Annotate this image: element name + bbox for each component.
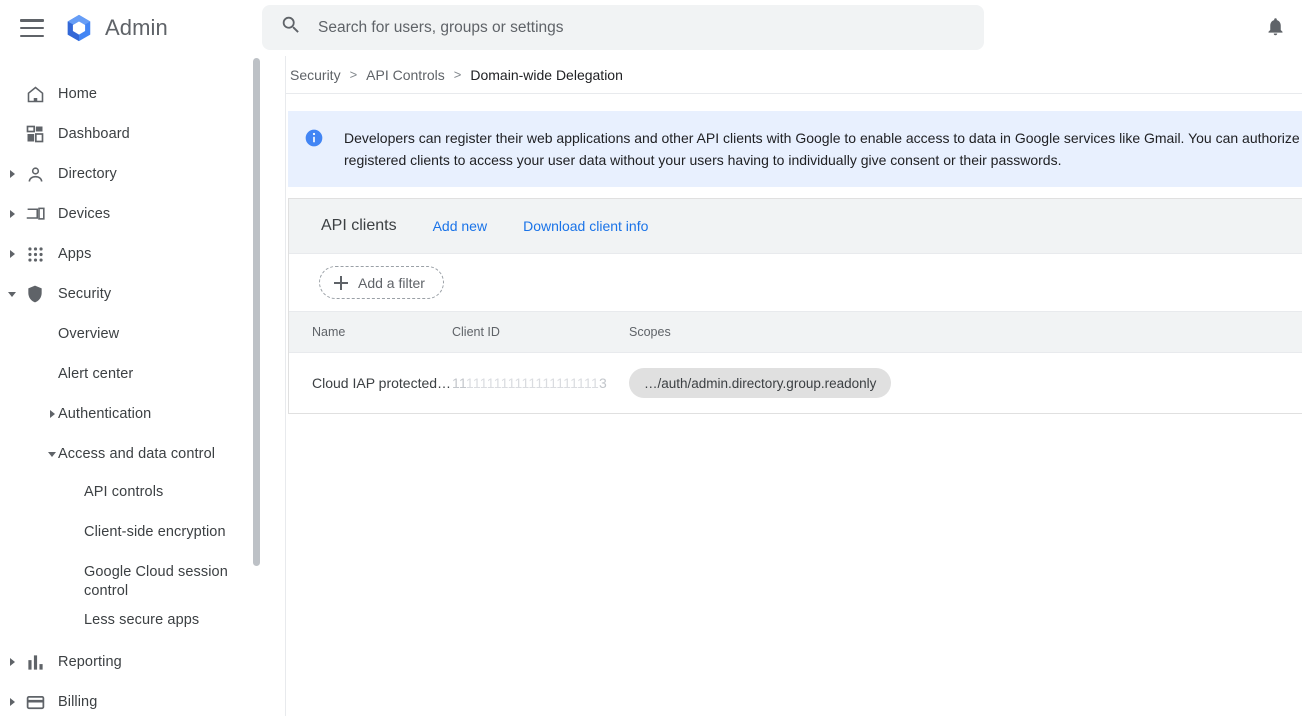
sidebar-item-label: Client-side encryption xyxy=(84,523,226,542)
dashboard-icon xyxy=(24,123,46,145)
add-a-filter-label: Add a filter xyxy=(358,275,425,291)
api-clients-card: API clients Add new Download client info… xyxy=(288,198,1302,414)
cell-scopes: …/auth/admin.directory.group.readonly xyxy=(629,368,1302,398)
home-icon xyxy=(24,83,46,105)
search-input[interactable] xyxy=(318,19,958,37)
add-a-filter-button[interactable]: Add a filter xyxy=(319,266,444,299)
sidebar-item-label: Billing xyxy=(58,694,97,710)
info-banner-text: Developers can register their web applic… xyxy=(344,127,1302,171)
hamburger-menu-icon[interactable] xyxy=(20,19,44,37)
google-admin-logo-icon xyxy=(64,13,94,43)
sidebar-item-apps[interactable]: Apps xyxy=(0,234,262,274)
sidebar-item-label: Alert center xyxy=(58,366,133,382)
sidebar-item-label: Less secure apps xyxy=(84,611,199,630)
brand-name: Admin xyxy=(105,15,168,41)
sidebar-item-home[interactable]: Home xyxy=(0,74,262,114)
table-row[interactable]: Cloud IAP protected Ap… 1111111111111111… xyxy=(289,353,1302,413)
sidebar-item-devices[interactable]: Devices xyxy=(0,194,262,234)
chevron-right-icon[interactable] xyxy=(4,694,20,710)
sidebar-item-label: Home xyxy=(58,86,97,102)
search-box[interactable] xyxy=(262,5,984,50)
sidebar-item-alert-center[interactable]: Alert center xyxy=(0,354,262,394)
main-content: Security > API Controls > Domain-wide De… xyxy=(286,56,1302,716)
notifications-button[interactable] xyxy=(1256,10,1294,48)
device-icon xyxy=(24,203,46,225)
card-header: API clients Add new Download client info xyxy=(289,199,1302,254)
sidebar-item-less-secure-apps[interactable]: Less secure apps xyxy=(0,602,262,642)
apps-grid-icon xyxy=(24,243,46,265)
sidebar: Home Dashboard Directory xyxy=(0,56,262,716)
sidebar-item-api-controls[interactable]: API controls xyxy=(0,474,262,514)
chevron-right-icon[interactable] xyxy=(44,406,60,422)
card-title: API clients xyxy=(321,217,397,235)
sidebar-item-label: Google Cloud session control xyxy=(84,563,234,601)
sidebar-item-label: Overview xyxy=(58,326,119,342)
chevron-right-icon[interactable] xyxy=(4,654,20,670)
sidebar-item-google-cloud-session-control[interactable]: Google Cloud session control xyxy=(0,554,262,602)
chevron-down-icon[interactable] xyxy=(4,286,20,302)
info-icon xyxy=(304,128,324,148)
sidebar-item-overview[interactable]: Overview xyxy=(0,314,262,354)
filter-row: Add a filter xyxy=(289,254,1302,311)
breadcrumb-item-current: Domain-wide Delegation xyxy=(470,67,623,83)
sidebar-item-label: Directory xyxy=(58,166,117,182)
add-new-link[interactable]: Add new xyxy=(433,218,487,234)
sidebar-item-label: Dashboard xyxy=(58,126,130,142)
breadcrumb-separator: > xyxy=(454,67,462,82)
plus-icon xyxy=(334,276,348,290)
breadcrumb: Security > API Controls > Domain-wide De… xyxy=(286,56,1302,94)
download-client-info-link[interactable]: Download client info xyxy=(523,218,648,234)
breadcrumb-item-api-controls[interactable]: API Controls xyxy=(366,67,445,83)
cell-client-id: 1111111111111111111113 xyxy=(452,375,629,391)
column-header-scopes: Scopes xyxy=(629,325,1302,339)
chevron-down-icon[interactable] xyxy=(44,446,60,462)
sidebar-item-billing[interactable]: Billing xyxy=(0,682,262,716)
person-icon xyxy=(24,163,46,185)
table-header-row: Name Client ID Scopes xyxy=(289,311,1302,353)
info-banner: Developers can register their web applic… xyxy=(288,111,1302,187)
reporting-icon xyxy=(24,651,46,673)
sidebar-item-label: API controls xyxy=(84,483,163,502)
sidebar-item-label: Devices xyxy=(58,206,110,222)
client-id-redacted: 1111111111111111111 xyxy=(466,375,599,391)
search-icon xyxy=(280,14,302,41)
sidebar-scrollbar[interactable] xyxy=(253,58,260,566)
cell-name: Cloud IAP protected Ap… xyxy=(289,375,452,391)
client-id-visible-prefix: 11 xyxy=(452,375,466,391)
client-id-visible-suffix: 3 xyxy=(599,375,607,391)
sidebar-item-dashboard[interactable]: Dashboard xyxy=(0,114,262,154)
chevron-right-icon[interactable] xyxy=(4,206,20,222)
sidebar-item-reporting[interactable]: Reporting xyxy=(0,642,262,682)
sidebar-item-security[interactable]: Security xyxy=(0,274,262,314)
brand[interactable]: Admin xyxy=(64,13,168,43)
breadcrumb-item-security[interactable]: Security xyxy=(290,67,341,83)
admin-console-page: Admin Home xyxy=(0,0,1302,716)
sidebar-item-client-side-encryption[interactable]: Client-side encryption xyxy=(0,514,262,554)
top-bar: Admin xyxy=(0,0,1302,56)
shield-icon xyxy=(24,283,46,305)
sidebar-item-label: Apps xyxy=(58,246,91,262)
sidebar-item-label: Access and data control xyxy=(58,446,215,462)
scope-chip[interactable]: …/auth/admin.directory.group.readonly xyxy=(629,368,891,398)
sidebar-item-access-and-data-control[interactable]: Access and data control xyxy=(0,434,262,474)
column-header-client-id: Client ID xyxy=(452,325,629,339)
column-header-name: Name xyxy=(289,325,452,339)
breadcrumb-separator: > xyxy=(350,67,358,82)
sidebar-item-authentication[interactable]: Authentication xyxy=(0,394,262,434)
chevron-right-icon[interactable] xyxy=(4,246,20,262)
bell-icon xyxy=(1265,16,1286,42)
chevron-right-icon[interactable] xyxy=(4,166,20,182)
sidebar-item-directory[interactable]: Directory xyxy=(0,154,262,194)
sidebar-item-label: Authentication xyxy=(58,406,151,422)
billing-icon xyxy=(24,691,46,713)
sidebar-item-label: Security xyxy=(58,286,111,302)
sidebar-item-label: Reporting xyxy=(58,654,122,670)
